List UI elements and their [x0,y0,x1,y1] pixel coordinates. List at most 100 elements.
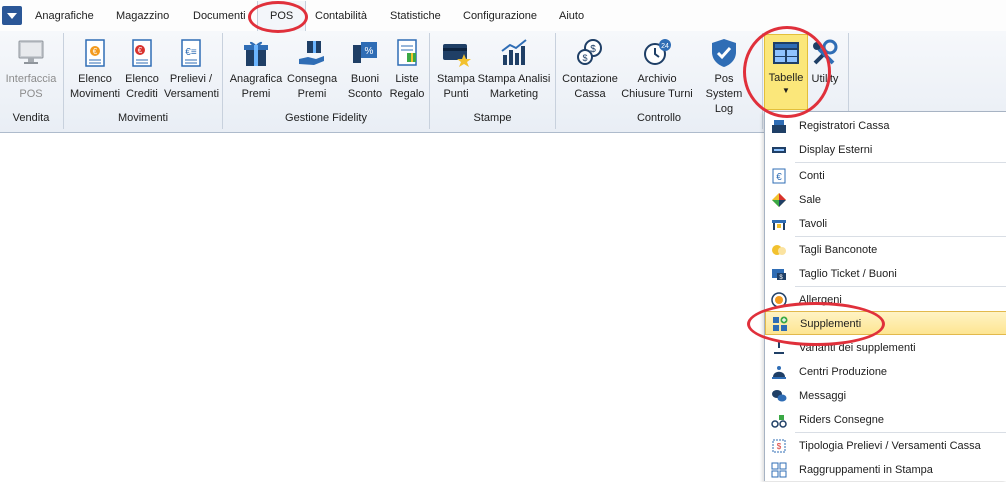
group-label-stampe: Stampe [473,112,512,124]
menu-item-display-esterni[interactable]: Display Esterni [765,138,1006,162]
menu-item-supplementi[interactable]: Supplementi [765,311,1006,335]
menu-bar: Anagrafiche Magazzino Documenti POS Cont… [0,0,1006,32]
menu-item-raggruppamenti-in-stampa[interactable]: Raggruppamenti in Stampa [765,458,1006,482]
tools-icon [813,39,838,65]
euro-account-icon: € [772,168,786,184]
consegna-premi-label: Consegna Premi [287,73,338,100]
tab-documenti[interactable]: Documenti [193,0,246,31]
menu-item-taglio-ticket-buoni[interactable]: $ Taglio Ticket / Buoni [765,262,1006,286]
menu-item-label: Varianti dei supplementi [799,342,916,354]
dropdown-arrow-icon: ▼ [782,86,790,95]
app-menu-button[interactable] [2,6,22,25]
menu-item-sale[interactable]: Sale [765,188,1006,212]
cash-register-icon [772,120,786,133]
stampa-punti-label: Stampa Punti [437,73,475,100]
euro-credit-list-icon: € [132,39,152,67]
pos-system-log-label: Pos System Log [705,73,743,115]
svg-text:€≡: €≡ [185,47,197,58]
prelievi-versamenti-button[interactable]: €≡ Prelievi / Versamenti [164,35,220,109]
svg-text:%: % [365,46,374,57]
tab-anagrafiche[interactable]: Anagrafiche [35,0,94,31]
menu-item-tagli-banconote[interactable]: Tagli Banconote [765,238,1006,262]
buoni-sconto-button[interactable]: % Buoni Sconto [345,35,385,109]
elenco-crediti-button[interactable]: € Elenco Crediti [121,35,163,109]
euro-list-icon: € [85,39,105,67]
gift-icon [244,41,268,66]
menu-separator [795,432,1006,433]
tabelle-button[interactable]: Tabelle ▼ [764,34,808,110]
svg-text:€: € [93,47,98,56]
interfaccia-pos-label: Interfaccia POS [5,73,57,100]
ticket-icon: $ [772,269,786,281]
menu-item-conti[interactable]: € Conti [765,164,1006,188]
menu-separator [795,236,1006,237]
prelievi-versamenti-label: Prelievi / Versamenti [164,73,220,100]
menu-item-centri-produzione[interactable]: Centri Produzione [765,360,1006,384]
svg-text:$: $ [777,442,782,451]
menu-item-registratori-cassa[interactable]: Registratori Cassa [765,114,1006,138]
clock-24-icon: 24 [644,39,671,65]
tab-aiuto[interactable]: Aiuto [559,0,584,31]
menu-item-label: Tagli Banconote [799,244,878,256]
archivio-chiusure-turni-label: Archivio Chiusure Turni [621,73,693,100]
cash-withdraw-type-icon: $ [772,439,786,453]
menu-item-riders-consegne[interactable]: Riders Consegne [765,408,1006,432]
rider-icon [771,415,787,428]
utility-button[interactable]: Utility [808,35,842,109]
tabelle-dropdown-menu: Registratori Cassa Display Esterni € Con… [764,111,1006,481]
interfaccia-pos-button[interactable]: Interfaccia POS [3,35,59,109]
banknote-coins-icon [772,245,786,255]
card-star-icon [443,44,471,67]
buoni-sconto-label: Buoni Sconto [347,73,383,100]
tab-statistiche[interactable]: Statistiche [390,0,441,31]
elenco-movimenti-button[interactable]: € Elenco Movimenti [67,35,123,109]
menu-separator [795,162,1006,163]
menu-item-label: Registratori Cassa [799,120,890,132]
gift-hand-icon [299,41,324,65]
menu-item-label: Riders Consegne [799,414,884,426]
tab-configurazione[interactable]: Configurazione [463,0,537,31]
group-label-vendita: Vendita [12,112,50,124]
svg-text:€: € [138,46,143,55]
variant-icon [774,342,784,354]
chevron-down-icon [7,12,17,19]
menu-item-varianti-supplementi[interactable]: Varianti dei supplementi [765,336,1006,360]
production-center-icon [772,366,786,379]
archivio-chiusure-turni-button[interactable]: 24 Archivio Chiusure Turni [620,35,694,109]
elenco-movimenti-label: Elenco Movimenti [69,73,121,100]
menu-item-label: Display Esterni [799,144,873,156]
tab-contabilita[interactable]: Contabilità [315,0,367,31]
pos-system-log-button[interactable]: Pos System Log [696,35,752,115]
stampa-analisi-marketing-label: Stampa Analisi Marketing [477,73,551,100]
contazione-cassa-button[interactable]: $ $ Contazione Cassa [560,35,620,109]
anagrafica-premi-button[interactable]: Anagrafica Premi [226,35,286,109]
menu-item-tavoli[interactable]: Tavoli [765,212,1006,236]
tab-pos[interactable]: POS [257,1,307,32]
svg-text:24: 24 [661,43,669,50]
menu-item-label: Conti [799,170,825,182]
menu-item-label: Tipologia Prelievi / Versamenti Cassa [799,440,981,452]
supplements-icon [773,316,788,331]
display-icon [772,147,786,153]
discount-coupon-icon: % [353,42,377,63]
rooms-icon [772,193,786,207]
anagrafica-premi-label: Anagrafica Premi [229,73,283,100]
consegna-premi-button[interactable]: Consegna Premi [287,35,337,109]
menu-item-allergeni[interactable]: Allergeni [765,288,1006,312]
message-bubbles-icon [772,390,787,402]
gift-list-icon [397,39,417,66]
table-icon [772,220,786,230]
menu-item-messaggi[interactable]: Messaggi [765,384,1006,408]
menu-item-label: Taglio Ticket / Buoni [799,268,897,280]
stampa-punti-button[interactable]: Stampa Punti [433,35,479,109]
tabelle-label: Tabelle [768,72,804,84]
tab-magazzino[interactable]: Magazzino [116,0,169,31]
contazione-cassa-label: Contazione Cassa [562,73,618,100]
liste-regalo-button[interactable]: Liste Regalo [388,35,426,109]
stampa-analisi-marketing-button[interactable]: Stampa Analisi Marketing [477,35,551,109]
menu-item-label: Messaggi [799,390,847,402]
allergen-icon [771,292,787,308]
liste-regalo-label: Liste Regalo [389,73,425,100]
elenco-crediti-label: Elenco Crediti [125,73,159,100]
menu-item-tipologia-prelievi-versamenti[interactable]: $ Tipologia Prelievi / Versamenti Cassa [765,434,1006,458]
